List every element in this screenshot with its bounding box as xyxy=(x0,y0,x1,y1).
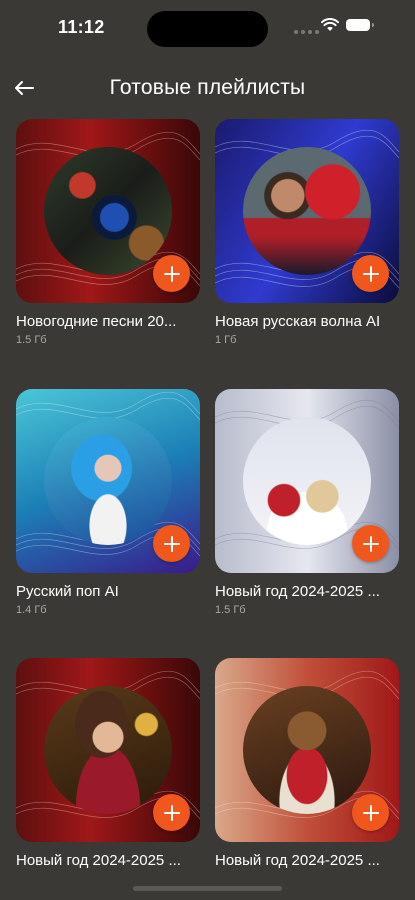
cover-image xyxy=(44,147,172,275)
cover-image xyxy=(44,686,172,814)
add-playlist-button[interactable] xyxy=(352,794,389,831)
plus-icon xyxy=(362,265,379,282)
playlist-card[interactable]: Новый год 2024-2025 ... 1.5 Гб xyxy=(215,389,399,616)
playlist-card[interactable]: Новый год 2024-2025 ... xyxy=(215,658,399,869)
cover-image xyxy=(44,417,172,545)
playlist-card[interactable]: Новый год 2024-2025 ... xyxy=(16,658,200,869)
playlist-size: 1.5 Гб xyxy=(16,334,47,346)
plus-icon xyxy=(362,535,379,552)
playlist-cover[interactable] xyxy=(16,119,200,303)
playlist-name: Русский поп AI xyxy=(16,583,119,600)
plus-icon xyxy=(163,265,180,282)
playlist-card[interactable]: Новая русская волна AI 1 Гб xyxy=(215,119,399,346)
playlist-cover[interactable] xyxy=(16,658,200,842)
cover-image xyxy=(243,686,371,814)
add-playlist-button[interactable] xyxy=(153,255,190,292)
add-playlist-button[interactable] xyxy=(352,525,389,562)
home-indicator[interactable] xyxy=(133,886,282,891)
playlist-card[interactable]: Новогодние песни 20... 1.5 Гб xyxy=(16,119,200,346)
dynamic-island xyxy=(147,11,268,47)
add-playlist-button[interactable] xyxy=(153,525,190,562)
playlist-name: Новый год 2024-2025 ... xyxy=(215,583,380,600)
signal-icon xyxy=(294,30,319,34)
playlist-name: Новый год 2024-2025 ... xyxy=(215,852,380,869)
page-title: Готовые плейлисты xyxy=(109,76,306,99)
status-bar: 11:12 xyxy=(0,0,415,56)
playlist-cover[interactable] xyxy=(215,119,399,303)
playlist-size: 1.4 Гб xyxy=(16,604,47,616)
playlist-name: Новая русская волна AI xyxy=(215,313,381,330)
cover-image xyxy=(243,417,371,545)
status-time: 11:12 xyxy=(58,17,105,37)
battery-icon xyxy=(346,19,374,31)
playlist-cover[interactable] xyxy=(215,389,399,573)
cover-image xyxy=(243,147,371,275)
playlist-name: Новый год 2024-2025 ... xyxy=(16,852,181,869)
playlist-cover[interactable] xyxy=(215,658,399,842)
add-playlist-button[interactable] xyxy=(352,255,389,292)
add-playlist-button[interactable] xyxy=(153,794,190,831)
playlist-size: 1 Гб xyxy=(215,334,237,346)
playlist-cover[interactable] xyxy=(16,389,200,573)
wifi-icon xyxy=(321,18,339,31)
playlist-card[interactable]: Русский поп AI 1.4 Гб xyxy=(16,389,200,616)
playlist-name: Новогодние песни 20... xyxy=(16,313,177,330)
plus-icon xyxy=(362,804,379,821)
plus-icon xyxy=(163,804,180,821)
plus-icon xyxy=(163,535,180,552)
playlist-size: 1.5 Гб xyxy=(215,604,246,616)
